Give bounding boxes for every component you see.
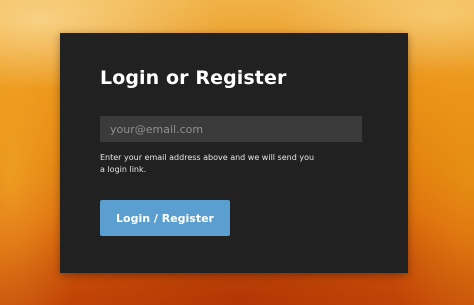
- login-register-button[interactable]: Login / Register: [100, 200, 230, 236]
- email-input[interactable]: [100, 116, 362, 142]
- email-help-text: Enter your email address above and we wi…: [100, 153, 315, 174]
- form-title: Login or Register: [100, 67, 287, 89]
- login-card: Login or Register Enter your email addre…: [60, 33, 408, 273]
